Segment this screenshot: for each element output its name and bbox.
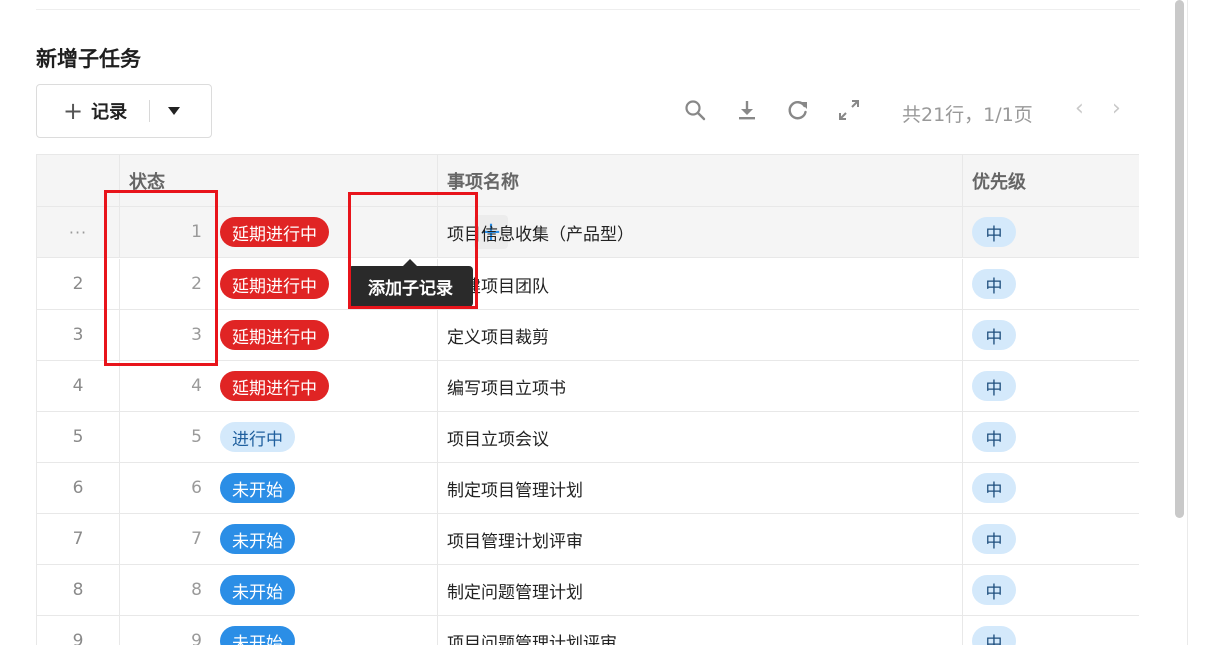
priority-cell[interactable]: 中 — [963, 207, 1139, 257]
table-row[interactable]: 7 7 未开始 项目管理计划评审 中 — [37, 514, 1139, 565]
row-index-cell: 9 — [37, 616, 120, 645]
name-cell[interactable]: 项目问题管理计划评审 — [438, 616, 963, 645]
status-cell[interactable]: 9 未开始 — [120, 616, 438, 645]
table-row[interactable]: 6 6 未开始 制定项目管理计划 中 — [37, 463, 1139, 514]
table-row[interactable]: 5 5 进行中 项目立项会议 中 — [37, 412, 1139, 463]
header-priority[interactable]: 优先级 — [963, 155, 1139, 206]
more-icon[interactable]: ··· — [69, 223, 87, 242]
top-divider — [36, 9, 1140, 10]
name-cell[interactable]: 制定问题管理计划 — [438, 565, 963, 615]
status-cell[interactable]: 4 延期进行中 — [120, 361, 438, 411]
row-index-cell: 8 — [37, 565, 120, 615]
row-number: 7 — [72, 529, 84, 549]
pager-info: 共21行，1/1页 — [902, 104, 1033, 126]
seq-number: 6 — [191, 478, 202, 498]
search-icon[interactable] — [681, 96, 709, 124]
priority-badge: 中 — [972, 524, 1016, 554]
item-name: 项目问题管理计划评审 — [447, 633, 617, 645]
name-cell[interactable]: 项目立项会议 — [438, 412, 963, 462]
chevron-down-icon[interactable] — [168, 107, 181, 115]
highlight-box-add — [348, 192, 478, 309]
plus-icon: + — [63, 97, 84, 125]
priority-badge: 中 — [972, 320, 1016, 350]
status-cell[interactable]: 7 未开始 — [120, 514, 438, 564]
status-badge: 延期进行中 — [220, 269, 329, 299]
status-badge: 延期进行中 — [220, 371, 329, 401]
scrollbar-track — [1187, 0, 1188, 645]
status-badge: 未开始 — [220, 473, 295, 503]
refresh-icon[interactable] — [784, 96, 812, 124]
priority-cell[interactable]: 中 — [963, 259, 1139, 309]
row-index-cell: 5 — [37, 412, 120, 462]
item-name: 制定问题管理计划 — [447, 582, 583, 603]
section-title: 新增子任务 — [36, 47, 141, 71]
add-record-button[interactable]: + 记录 — [36, 84, 212, 138]
status-badge: 未开始 — [220, 524, 295, 554]
item-name: 制定项目管理计划 — [447, 480, 583, 501]
scrollbar-thumb[interactable] — [1175, 0, 1184, 518]
name-cell[interactable]: 制定项目管理计划 — [438, 463, 963, 513]
row-number: 4 — [72, 376, 84, 396]
priority-cell[interactable]: 中 — [963, 412, 1139, 462]
seq-number: 8 — [191, 580, 202, 600]
name-cell[interactable]: 编写项目立项书 — [438, 361, 963, 411]
next-page-icon[interactable]: › — [1112, 96, 1121, 121]
seq-number: 9 — [191, 631, 202, 645]
header-name[interactable]: 事项名称 — [438, 155, 963, 206]
item-name: 项目管理计划评审 — [447, 531, 583, 552]
priority-badge: 中 — [972, 575, 1016, 605]
table-row[interactable]: 4 4 延期进行中 编写项目立项书 中 — [37, 361, 1139, 412]
table-row[interactable]: 9 9 未开始 项目问题管理计划评审 中 — [37, 616, 1139, 645]
priority-badge: 中 — [972, 422, 1016, 452]
priority-cell[interactable]: 中 — [963, 463, 1139, 513]
name-cell[interactable]: 项目信息收集（产品型） — [438, 207, 963, 257]
add-record-label: 记录 — [91, 102, 128, 123]
prev-page-icon[interactable]: ‹ — [1075, 96, 1084, 121]
fullscreen-icon[interactable] — [835, 96, 863, 124]
priority-cell[interactable]: 中 — [963, 565, 1139, 615]
row-number: 9 — [72, 631, 84, 645]
row-index-cell: 7 — [37, 514, 120, 564]
name-cell[interactable]: 组建项目团队 — [438, 259, 963, 309]
table-row[interactable]: 8 8 未开始 制定问题管理计划 中 — [37, 565, 1139, 616]
status-badge: 延期进行中 — [220, 320, 329, 350]
row-number: 2 — [72, 274, 84, 294]
row-index-cell: 4 — [37, 361, 120, 411]
row-number: 6 — [72, 478, 84, 498]
status-cell[interactable]: 8 未开始 — [120, 565, 438, 615]
priority-badge: 中 — [972, 217, 1016, 247]
row-number: 5 — [72, 427, 84, 447]
name-cell[interactable]: 定义项目裁剪 — [438, 310, 963, 360]
priority-badge: 中 — [972, 626, 1016, 645]
priority-cell[interactable]: 中 — [963, 361, 1139, 411]
seq-number: 4 — [191, 376, 202, 396]
status-cell[interactable]: 5 进行中 — [120, 412, 438, 462]
seq-number: 7 — [191, 529, 202, 549]
seq-number: 5 — [191, 427, 202, 447]
item-name: 定义项目裁剪 — [447, 327, 549, 348]
priority-badge: 中 — [972, 269, 1016, 299]
priority-cell[interactable]: 中 — [963, 616, 1139, 645]
download-icon[interactable] — [733, 96, 761, 124]
item-name: 项目立项会议 — [447, 429, 549, 450]
row-number: 8 — [72, 580, 84, 600]
status-badge: 延期进行中 — [220, 217, 329, 247]
button-separator — [149, 100, 151, 122]
highlight-box-seq — [104, 190, 218, 366]
priority-cell[interactable]: 中 — [963, 310, 1139, 360]
status-cell[interactable]: 6 未开始 — [120, 463, 438, 513]
status-badge: 未开始 — [220, 575, 295, 605]
row-number: 3 — [72, 325, 84, 345]
priority-badge: 中 — [972, 371, 1016, 401]
row-index-cell: 6 — [37, 463, 120, 513]
status-badge: 进行中 — [220, 422, 295, 452]
priority-badge: 中 — [972, 473, 1016, 503]
status-badge: 未开始 — [220, 626, 295, 645]
item-name: 编写项目立项书 — [447, 378, 566, 399]
priority-cell[interactable]: 中 — [963, 514, 1139, 564]
name-cell[interactable]: 项目管理计划评审 — [438, 514, 963, 564]
